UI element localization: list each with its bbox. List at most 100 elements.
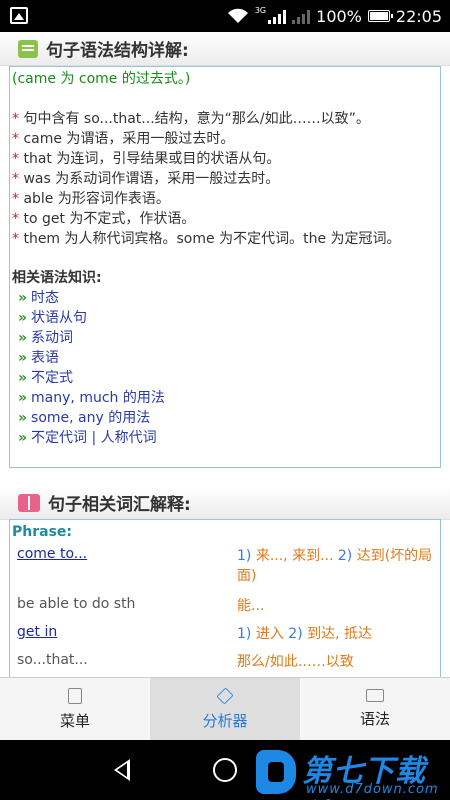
related-grammar-label: 不定式 — [31, 370, 74, 386]
vocab-section-title: 句子相关词汇解释: — [48, 495, 191, 515]
tense-explanation: (came 为 come 的过去式。) — [12, 71, 191, 87]
phrase-link[interactable]: get in — [17, 624, 57, 640]
phrase-row: get in 1) 进入 2) 到达, 抵达 — [12, 620, 440, 648]
tab-menu-label: 菜单 — [59, 711, 90, 730]
watermark: 第七下载站 www.d7down.com — [250, 742, 450, 800]
related-grammar-link[interactable]: » 不定式 — [12, 368, 440, 388]
meaning-text: 到达, 抵达 — [302, 626, 373, 642]
bullet-star: * — [12, 231, 19, 247]
phrase-link[interactable]: come to... — [17, 546, 87, 562]
grammar-point-text: able 为形容词作表语。 — [23, 191, 170, 207]
double-arrow-icon: » — [18, 290, 28, 306]
grammar-point-text: came 为谓语，采用一般过去时。 — [23, 131, 235, 147]
bullet-star: * — [12, 131, 19, 147]
bullet-star: * — [12, 111, 19, 127]
grammar-point-text: was 为系动词作谓语，采用一般过去时。 — [23, 171, 280, 187]
grammar-point-text: them 为人称代词宾格。some 为不定代词。the 为定冠词。 — [23, 231, 401, 247]
phrase-text: so...that... — [17, 652, 88, 668]
wifi-icon — [227, 8, 248, 23]
related-grammar-link[interactable]: » some, any 的用法 — [12, 408, 440, 428]
watermark-logo — [256, 750, 296, 794]
bullet-star: * — [12, 211, 19, 227]
tab-menu[interactable]: 菜单 — [0, 678, 150, 740]
phrase-meaning: 那么/如此……以致 — [237, 652, 439, 672]
back-icon[interactable] — [114, 759, 130, 781]
content-area[interactable]: 句子语法结构详解: (came 为 come 的过去式。) * 句中含有 so.… — [0, 32, 450, 677]
related-grammar-link[interactable]: » 时态 — [12, 288, 440, 308]
grammar-point: * to get 为不定式，作状语。 — [12, 209, 440, 229]
grammar-point-text: that 为连词，引导结果或目的状语从句。 — [23, 151, 281, 167]
related-grammar-label: 表语 — [31, 350, 60, 366]
grammar-section-header: 句子语法结构详解: — [0, 32, 450, 66]
grammar-point: * 句中含有 so...that...结构，意为“那么/如此……以致”。 — [12, 109, 440, 129]
meaning-text: 那么/如此……以致 — [237, 654, 354, 670]
grammar-points: * 句中含有 so...that...结构，意为“那么/如此……以致”。 * ca… — [12, 109, 440, 249]
bullet-star: * — [12, 191, 19, 207]
grammar-point: * came 为谓语，采用一般过去时。 — [12, 129, 440, 149]
document-icon — [68, 687, 82, 704]
related-grammar-link[interactable]: » 状语从句 — [12, 308, 440, 328]
phrase-row: come to... 1) 来..., 来到... 2) 达到(坏的局面) — [12, 542, 440, 592]
double-arrow-icon: » — [18, 310, 28, 326]
vocab-section-header: 句子相关词汇解释: — [0, 486, 450, 520]
meaning-number: 1) — [237, 626, 252, 642]
double-arrow-icon: » — [18, 430, 28, 446]
meaning-text: 能... — [237, 598, 265, 614]
meaning-number: 2) — [337, 548, 353, 564]
related-grammar-label: 系动词 — [31, 330, 74, 346]
double-arrow-icon: » — [18, 350, 28, 366]
phrase-meaning: 1) 进入 2) 到达, 抵达 — [237, 624, 439, 644]
book-open-icon — [366, 689, 384, 702]
meaning-text: 来..., 来到... — [251, 548, 338, 564]
related-grammar-label: some, any 的用法 — [31, 410, 151, 426]
related-grammar-link[interactable]: » 表语 — [12, 348, 440, 368]
status-bar: 3G 100% 22:05 — [0, 0, 450, 32]
tab-analyzer-label: 分析器 — [202, 711, 248, 730]
related-grammar-label: 不定代词 | 人称代词 — [31, 430, 157, 446]
bottom-tab-bar: 菜单 分析器 语法 — [0, 677, 450, 740]
vocab-box: Phrase: come to... 1) 来..., 来到... 2) 达到(坏… — [9, 519, 441, 677]
grammar-point: * was 为系动词作谓语，采用一般过去时。 — [12, 169, 440, 189]
phrase-row: so...that... 那么/如此……以致 — [12, 648, 440, 676]
related-grammar-label: 状语从句 — [31, 310, 88, 326]
grammar-point: * that 为连词，引导结果或目的状语从句。 — [12, 149, 440, 169]
tab-grammar[interactable]: 语法 — [300, 678, 450, 740]
phrase-list: come to... 1) 来..., 来到... 2) 达到(坏的局面) be a… — [12, 542, 440, 676]
signal-icon — [268, 8, 287, 24]
home-icon[interactable] — [213, 758, 237, 782]
phrase-meaning: 能... — [237, 596, 439, 616]
double-arrow-icon: » — [18, 390, 28, 406]
tab-analyzer[interactable]: 分析器 — [150, 678, 300, 740]
meaning-number: 1) — [237, 548, 252, 564]
watermark-url: www.d7down.com — [306, 782, 439, 797]
double-arrow-icon: » — [18, 370, 28, 386]
phrase-meaning: 1) 来..., 来到... 2) 达到(坏的局面) — [237, 546, 439, 586]
gallery-icon — [10, 7, 28, 24]
phrase-row: be able to do sth 能... — [12, 592, 440, 620]
grammar-point-text: to get 为不定式，作状语。 — [23, 211, 196, 227]
battery-percent: 100% — [316, 6, 362, 26]
book-icon — [18, 493, 40, 512]
related-grammar-link[interactable]: » 不定代词 | 人称代词 — [12, 428, 440, 448]
bullet-star: * — [12, 171, 19, 187]
double-arrow-icon: » — [18, 410, 28, 426]
related-grammar-link[interactable]: » many, much 的用法 — [12, 388, 440, 408]
meaning-number: 2) — [288, 626, 303, 642]
grammar-box: (came 为 come 的过去式。) * 句中含有 so...that...结… — [9, 66, 441, 468]
meaning-text: 进入 — [251, 626, 289, 642]
related-grammar-link[interactable]: » 系动词 — [12, 328, 440, 348]
grammar-point: * able 为形容词作表语。 — [12, 189, 440, 209]
related-grammar-label: many, much 的用法 — [31, 390, 165, 406]
battery-icon — [367, 10, 393, 22]
phrase-title: Phrase: — [12, 524, 73, 540]
grammar-section-title: 句子语法结构详解: — [46, 41, 189, 61]
related-grammar-title: 相关语法知识: — [12, 270, 102, 286]
grammar-point: * them 为人称代词宾格。some 为不定代词。the 为定冠词。 — [12, 229, 440, 249]
network-type: 3G — [254, 5, 267, 15]
double-arrow-icon: » — [18, 330, 28, 346]
clock: 22:05 — [395, 6, 442, 26]
tab-grammar-label: 语法 — [359, 710, 390, 728]
phrase-text: be able to do sth — [17, 596, 136, 612]
related-grammar-list: » 时态» 状语从句» 系动词» 表语» 不定式» many, much 的用法» some,… — [12, 288, 440, 448]
grammar-icon — [18, 39, 38, 58]
